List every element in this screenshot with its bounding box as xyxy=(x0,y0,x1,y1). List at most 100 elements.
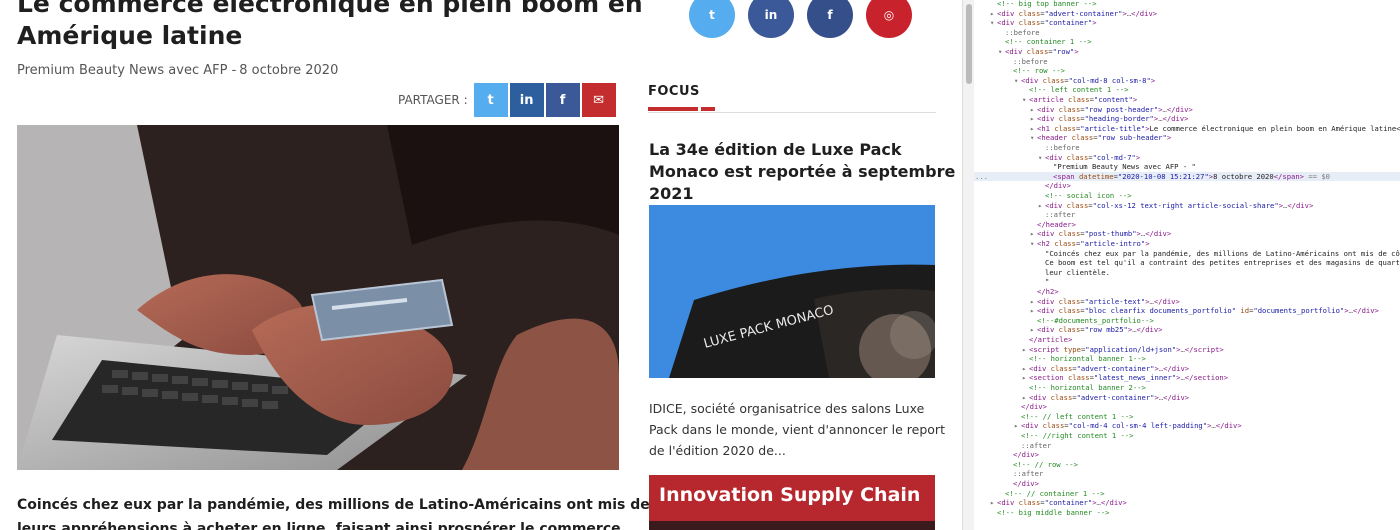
tag-name: <div xyxy=(1021,75,1039,85)
share-mail-button[interactable]: ✉ xyxy=(581,83,616,117)
share-linkedin-button[interactable]: in xyxy=(509,83,544,117)
dom-node-row[interactable]: " xyxy=(974,277,1400,287)
dom-node-row[interactable]: </div> xyxy=(974,479,1400,489)
dom-node-row[interactable]: <!-- social icon --> xyxy=(974,191,1400,201)
dom-node-row[interactable]: <!-- big top banner --> xyxy=(974,0,1400,9)
dom-node-row[interactable]: "Premium Beauty News avec AFP - " xyxy=(974,162,1400,172)
twitter-icon: t xyxy=(709,8,715,22)
pseudo-element: ::before xyxy=(1045,143,1080,152)
banner-bottom-strip xyxy=(649,521,935,530)
dom-node-row[interactable]: </article> xyxy=(974,335,1400,345)
innovation-supply-chain-banner[interactable]: Innovation Supply Chain xyxy=(649,475,935,530)
dom-node-row[interactable]: ▸ <script type="application/ld+json">…</s… xyxy=(974,345,1400,355)
article-title-line: Amérique latine xyxy=(17,21,243,50)
dom-node-row[interactable]: ::before xyxy=(974,143,1400,153)
dom-node-row[interactable]: </div> xyxy=(974,450,1400,460)
expand-arrow: ▾ xyxy=(1022,95,1027,104)
tag-bracket: > xyxy=(1150,75,1156,85)
attr-value: "row mb25" xyxy=(1084,325,1128,335)
twitter-icon: t xyxy=(487,92,494,108)
attr-name: class xyxy=(1058,296,1081,306)
dom-node-row[interactable]: </div> xyxy=(974,181,1400,191)
dom-node-row[interactable]: ▸ <section class="latest_news_inner">…</s… xyxy=(974,373,1400,383)
dom-node-row[interactable]: <!-- horizontal banner 1--> xyxy=(974,354,1400,364)
attr-value: "row sub-header" xyxy=(1097,133,1167,143)
dom-node-row[interactable]: ::before xyxy=(974,57,1400,67)
byline-source: Premium Beauty News avec AFP - xyxy=(17,63,237,78)
dom-node-row[interactable]: </div> xyxy=(974,402,1400,412)
article-title: Le commerce électronique en plein boom e… xyxy=(17,0,643,52)
dom-node-row[interactable]: "Coincés chez eux par la pandémie, des m… xyxy=(974,249,1400,259)
dom-node-row[interactable]: ::before xyxy=(974,28,1400,38)
dom-node-row[interactable]: </header> xyxy=(974,220,1400,230)
closing-tag: </div> xyxy=(1153,296,1180,306)
tag-name: <h1 xyxy=(1037,123,1050,133)
dom-node-row[interactable]: ▾ <div class="container"> xyxy=(974,18,1400,28)
dom-node-row[interactable]: ▸ <div class="row mb25">…</div> xyxy=(974,325,1400,335)
closing-tag: </article> xyxy=(1029,335,1073,344)
dom-node-row[interactable]: ▸ <div class="col-md-4 col-sm-4 left-padd… xyxy=(974,421,1400,431)
share-facebook-button[interactable]: f xyxy=(545,83,580,117)
dom-node-row[interactable]: </h2> xyxy=(974,287,1400,297)
dom-node-row[interactable]: ▾ <div class="row"> xyxy=(974,47,1400,57)
page-scrollbar[interactable] xyxy=(962,0,974,530)
dom-node-row[interactable]: <!-- left content 1 --> xyxy=(974,85,1400,95)
tag-name: <div xyxy=(1037,325,1055,335)
tag-name: <span xyxy=(1053,171,1075,181)
pseudo-element: ::after xyxy=(1045,210,1076,220)
dom-node-row[interactable]: ▸ <div class="heading-border">…</div> xyxy=(974,114,1400,124)
dom-node-row[interactable]: ▸ <div class="advert-container">…</div> xyxy=(974,9,1400,19)
dom-node-row[interactable]: ▾ <h2 class="article-intro"> xyxy=(974,239,1400,249)
dom-node-row[interactable]: Ce boom est tel qu'il a contraint des pe… xyxy=(974,258,1400,268)
dom-node-row[interactable]: ::after xyxy=(974,469,1400,479)
tag-name: <div xyxy=(1005,47,1023,56)
dom-node-row[interactable]: ▾ <div class="col-md-7"> xyxy=(974,153,1400,163)
dom-node-row[interactable]: ▸ <h1 class="article-title">Le commerce é… xyxy=(974,124,1400,134)
dom-node-row[interactable]: <!-- row --> xyxy=(974,66,1400,76)
focus-article-link[interactable]: La 34e édition de Luxe Pack Monaco est r… xyxy=(649,139,955,205)
share-label: PARTAGER : xyxy=(398,93,468,107)
closing-tag: </div> xyxy=(1215,421,1242,431)
expand-arrow: ▸ xyxy=(1014,421,1019,431)
expand-arrow: ▸ xyxy=(1030,123,1035,133)
instagram-circle-button[interactable]: ◎ xyxy=(866,0,912,38)
dom-node-row[interactable]: ▸ <div class="article-text">…</div> xyxy=(974,297,1400,307)
closing-tag: </section> xyxy=(1184,373,1229,383)
dom-node-row[interactable]: ::after xyxy=(974,441,1400,451)
closing-tag: </div> xyxy=(1162,114,1189,124)
dom-node-row[interactable]: ▸ <div class="col-xs-12 text-right articl… xyxy=(974,201,1400,211)
dom-node-row[interactable]: ▸ <div class="container">…</div> xyxy=(974,498,1400,508)
tag-name: <div xyxy=(997,498,1015,508)
attr-value: "advert-container" xyxy=(1076,363,1155,373)
facebook-circle-button[interactable]: f xyxy=(807,0,853,38)
dom-node-row[interactable]: <!-- // left content 1 --> xyxy=(974,412,1400,422)
linkedin-circle-button[interactable]: in xyxy=(748,0,794,38)
dom-node-row[interactable]: <!-- // row --> xyxy=(974,460,1400,470)
expand-arrow: ▾ xyxy=(998,47,1003,56)
dom-node-row[interactable]: ▸ <div class="post-thumb">…</div> xyxy=(974,229,1400,239)
share-twitter-button[interactable]: t xyxy=(473,83,508,117)
dom-node-row[interactable]: ▾ <div class="col-md-8 col-sm-8"> xyxy=(974,76,1400,86)
dom-node-row[interactable]: ▸ <div class="advert-container">…</div> xyxy=(974,393,1400,403)
dom-node-row[interactable]: ▸ <div class="bloc clearfix documents_por… xyxy=(974,306,1400,316)
dom-node-row[interactable]: ▸ <div class="row post-header">…</div> xyxy=(974,105,1400,115)
dom-node-row[interactable]: <!--#documents_portfolio--> xyxy=(974,316,1400,326)
page-scroll-thumb[interactable] xyxy=(966,4,972,84)
dom-node-row[interactable]: <!-- container 1 --> xyxy=(974,37,1400,47)
facebook-icon: f xyxy=(827,8,833,22)
dom-node-row[interactable]: ::after xyxy=(974,210,1400,220)
dom-node-row[interactable]: ▸ <div class="advert-container">…</div> xyxy=(974,364,1400,374)
dom-node-row[interactable]: ... <span datetime="2020-10-08 15:21:27">… xyxy=(974,171,1400,182)
dom-node-row[interactable]: <!-- // container 1 --> xyxy=(974,489,1400,499)
dom-node-row[interactable]: <!-- big middle banner --> xyxy=(974,508,1400,518)
comment-text: <!-- big top banner --> xyxy=(997,0,1097,8)
dom-node-row[interactable]: <!-- horizontal banner 2--> xyxy=(974,383,1400,393)
dom-node-row[interactable]: ▾ <article class="content"> xyxy=(974,95,1400,105)
dom-node-row[interactable]: ▾ <header class="row sub-header"> xyxy=(974,133,1400,143)
dom-node-row[interactable]: <!-- //right content 1 --> xyxy=(974,431,1400,441)
dom-node-row[interactable]: leur clientèle. xyxy=(974,268,1400,278)
focus-image[interactable]: LUXE PACK MONACO xyxy=(649,205,935,378)
luxe-pack-image: LUXE PACK MONACO xyxy=(649,205,935,378)
attr-name: class xyxy=(1054,239,1076,248)
twitter-circle-button[interactable]: t xyxy=(689,0,735,38)
